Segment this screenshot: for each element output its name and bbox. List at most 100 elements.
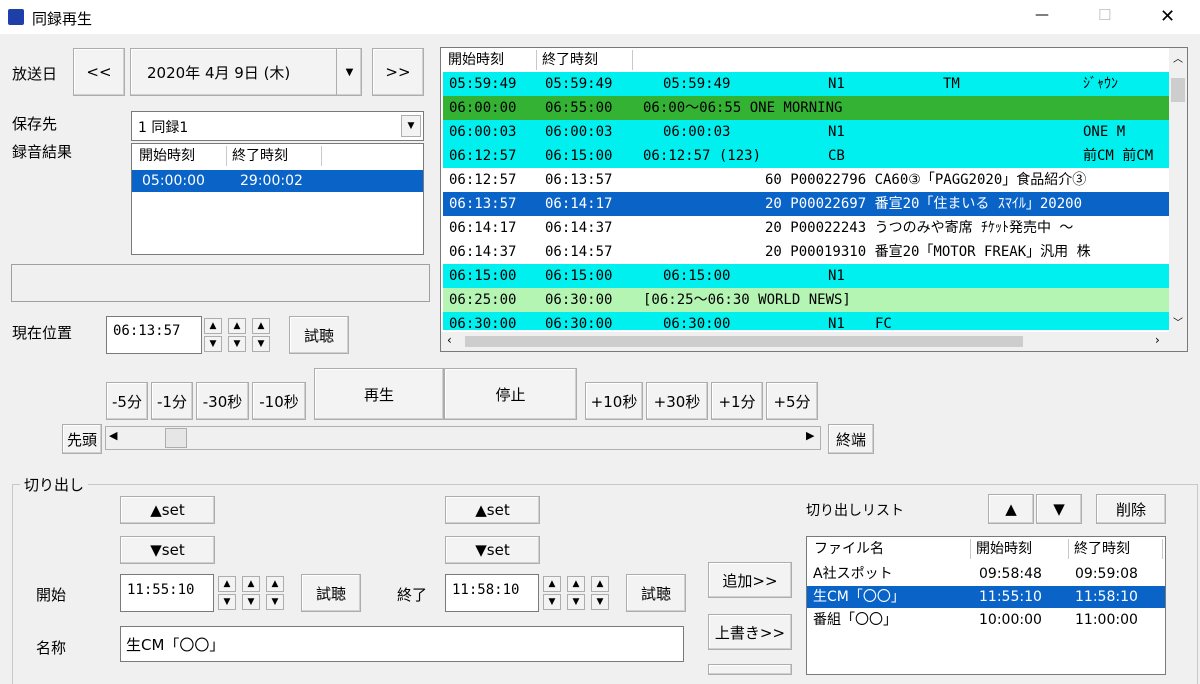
save-dropdown-icon[interactable]: ▼ [401, 115, 421, 137]
log-row[interactable]: 06:14:37 06:14:57 20 P00019310 番宣20「MOTOR … [443, 240, 1171, 264]
clip-start-listen-button[interactable]: 試聴 [301, 574, 361, 612]
log-row-c4: N1 [828, 316, 845, 330]
clip-start-second-stepper[interactable]: ▲ ▼ [266, 576, 284, 610]
log-vscroll[interactable]: ︿ ﹀ [1169, 48, 1187, 334]
go-end-button[interactable]: 終端 [828, 424, 874, 454]
start-set-down-button[interactable]: ▼set [120, 536, 215, 564]
log-row[interactable]: 06:00:03 06:00:03 06:00:03 N1 ONE M [443, 120, 1171, 144]
log-row-c4: N1 [828, 268, 845, 284]
log-row[interactable]: 06:30:00 06:30:00 06:30:00 N1 FC [443, 312, 1171, 330]
log-row-end: 06:13:57 [545, 172, 613, 188]
log-row[interactable]: 06:15:00 06:15:00 06:15:00 N1 [443, 264, 1171, 288]
log-row[interactable]: 06:13:57 06:14:17 20 P00022697 番宣20「住まいる ｽ… [443, 191, 1171, 217]
cliplist-up-button[interactable]: ▲ [988, 494, 1034, 524]
date-value: 2020年 4月 9日 (木) [147, 63, 291, 82]
log-row[interactable]: 06:25:00 06:30:00 [06:25～06:30 WORLD NEWS] [443, 288, 1171, 312]
clip-end-second-stepper[interactable]: ▲ ▼ [591, 576, 609, 610]
fwd-5min-button[interactable]: +5分 [766, 382, 818, 420]
clip-end-listen-button[interactable]: 試聴 [626, 574, 686, 612]
end-set-up-button[interactable]: ▲set [445, 496, 540, 524]
fwd-10sec-button[interactable]: +10秒 [585, 382, 643, 420]
back-1min-button[interactable]: -1分 [151, 382, 193, 420]
clip-name-input[interactable]: 生CM「〇〇」 [120, 626, 684, 662]
clip-start-hour-stepper[interactable]: ▲ ▼ [218, 576, 236, 610]
result-header-end[interactable]: 終了時刻 [227, 146, 322, 166]
log-row[interactable]: 05:59:49 05:59:49 05:59:49 N1 TM ｼﾞｬｳﾝ [443, 72, 1171, 96]
stop-button[interactable]: 停止 [444, 368, 577, 420]
play-button[interactable]: 再生 [314, 368, 444, 420]
save-select[interactable]: 1 同録1 ▼ [131, 111, 424, 141]
next-date-button[interactable]: >> [372, 48, 424, 96]
date-dropdown-icon[interactable]: ▼ [336, 49, 362, 95]
log-row-start: 06:00:03 [449, 124, 517, 140]
cliplist-header-start[interactable]: 開始時刻 [971, 539, 1069, 559]
back-10sec-button[interactable]: -10秒 [252, 382, 306, 420]
slider-thumb[interactable] [164, 428, 187, 448]
fwd-30sec-button[interactable]: +30秒 [646, 382, 708, 420]
scroll-right-icon[interactable]: › [1155, 333, 1160, 347]
position-second-stepper[interactable]: ▲ ▼ [252, 318, 270, 352]
cliplist-down-button[interactable]: ▼ [1036, 494, 1082, 524]
log-row[interactable]: 06:12:57 06:15:00 06:12:57 (123) CB 前CM 前CM [443, 144, 1171, 168]
result-list[interactable]: 開始時刻 終了時刻 05:00:00 29:00:02 [131, 143, 424, 255]
log-row-c3: 06:15:00 [663, 268, 731, 284]
cliplist-header-end[interactable]: 終了時刻 [1069, 539, 1163, 559]
scroll-up-icon[interactable]: ︿ [1173, 50, 1183, 65]
scroll-left-icon[interactable]: ‹ [447, 333, 452, 347]
position-input[interactable]: 06:13:57 [106, 316, 202, 354]
log-row-start: 05:59:49 [449, 76, 517, 92]
log-row-c3: 06:30:00 [663, 316, 731, 330]
date-picker[interactable]: 2020年 4月 9日 (木) ▼ [130, 48, 362, 96]
position-minute-stepper[interactable]: ▲ ▼ [228, 318, 246, 352]
log-row-c6: 前CM 前CM [1083, 148, 1154, 164]
log-list[interactable]: 開始時刻 終了時刻 05:59:49 05:59:49 05:59:49 N1 TM ｼﾞ… [440, 47, 1188, 352]
maximize-button[interactable]: ☐ [1098, 6, 1111, 24]
position-hour-stepper[interactable]: ▲ ▼ [204, 318, 222, 352]
back-30sec-button[interactable]: -30秒 [196, 382, 249, 420]
log-row[interactable]: 06:00:00 06:55:00 06:00～06:55 ONE MORNING [443, 96, 1171, 120]
position-slider[interactable]: ◀ ▶ [105, 426, 821, 450]
result-row-start: 05:00:00 [142, 173, 205, 189]
slider-left-icon[interactable]: ◀ [109, 429, 117, 442]
prev-date-button[interactable]: << [73, 48, 125, 96]
result-label: 録音結果 [12, 143, 73, 161]
log-vscroll-thumb[interactable] [1171, 78, 1185, 102]
clip-start-minute-stepper[interactable]: ▲ ▼ [242, 576, 260, 610]
add-button[interactable]: 追加>> [708, 562, 792, 598]
cliplist-row[interactable]: A社スポット 09:58:48 09:59:08 [807, 563, 1165, 585]
back-5min-button[interactable]: -5分 [106, 382, 148, 420]
fwd-1min-button[interactable]: +1分 [711, 382, 763, 420]
go-start-button[interactable]: 先頭 [62, 424, 102, 454]
log-header-end[interactable]: 終了時刻 [537, 50, 633, 70]
cliplist-table[interactable]: ファイル名 開始時刻 終了時刻 A社スポット 09:58:48 09:59:08 生C… [806, 536, 1166, 675]
log-header-start[interactable]: 開始時刻 [443, 50, 537, 70]
slider-right-icon[interactable]: ▶ [806, 429, 814, 442]
cliplist-header-name[interactable]: ファイル名 [809, 539, 971, 559]
log-row-c4: 20 P00019310 番宣20「MOTOR FREAK」汎用 株 [765, 244, 1091, 260]
result-header-start[interactable]: 開始時刻 [134, 146, 227, 166]
cliplist-row[interactable]: 生CM「〇〇」 11:55:10 11:58:10 [807, 586, 1165, 608]
clip-end-hour-stepper[interactable]: ▲ ▼ [543, 576, 561, 610]
clip-end-minute-stepper[interactable]: ▲ ▼ [567, 576, 585, 610]
cliplist-rows: A社スポット 09:58:48 09:59:08 生CM「〇〇」 11:55:10 11:… [807, 563, 1165, 673]
scroll-down-icon[interactable]: ﹀ [1173, 314, 1183, 329]
log-row-c5: FC [875, 316, 892, 330]
clip-end-input[interactable]: 11:58:10 [445, 574, 539, 612]
log-row-c3: 05:59:49 [663, 76, 731, 92]
log-hscroll-thumb[interactable] [465, 336, 1023, 347]
log-row-start: 06:12:57 [449, 172, 517, 188]
log-row[interactable]: 06:12:57 06:13:57 60 P00022796 CA60③「PAGG2… [443, 168, 1171, 192]
log-hscroll[interactable]: ‹ › [441, 332, 1187, 351]
extra-button[interactable] [708, 664, 792, 675]
clip-start-input[interactable]: 11:55:10 [120, 574, 214, 612]
cliplist-row[interactable]: 番組「〇〇」 10:00:00 11:00:00 [807, 609, 1165, 631]
start-set-up-button[interactable]: ▲set [120, 496, 215, 524]
end-set-down-button[interactable]: ▼set [445, 536, 540, 564]
overwrite-button[interactable]: 上書き>> [708, 614, 792, 650]
log-row[interactable]: 06:14:17 06:14:37 20 P00022243 うつのみや寄席 ﾁｹｯ… [443, 216, 1171, 240]
minimize-button[interactable]: — [1035, 7, 1049, 23]
close-button[interactable]: ✕ [1160, 6, 1175, 27]
result-row[interactable]: 05:00:00 29:00:02 [132, 170, 423, 192]
cliplist-delete-button[interactable]: 削除 [1096, 494, 1166, 524]
position-listen-button[interactable]: 試聴 [289, 316, 349, 354]
